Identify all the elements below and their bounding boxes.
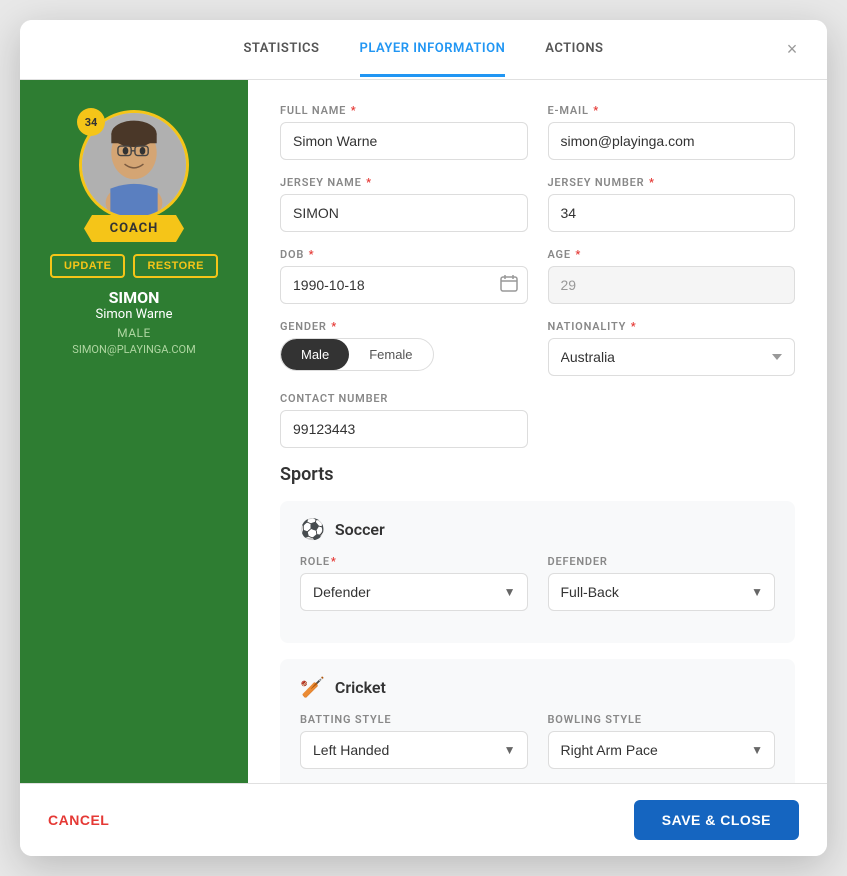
role-badge: COACH	[84, 215, 184, 242]
close-button[interactable]: ×	[777, 35, 807, 65]
label-soccer-role: ROLE*	[300, 555, 528, 568]
soccer-icon: ⚽	[300, 517, 325, 541]
row-name-email: FULL NAME * E-MAIL *	[280, 104, 795, 160]
main-content: 34	[20, 80, 827, 783]
calendar-icon[interactable]	[500, 274, 518, 296]
sidebar: 34	[20, 80, 248, 783]
row-gender-nationality: GENDER * Male Female NATIONALITY * Austr…	[280, 320, 795, 376]
input-fullname[interactable]	[280, 122, 528, 160]
select-soccer-role[interactable]: Defender Forward Midfielder Goalkeeper	[300, 573, 528, 611]
cricket-icon: 🏏	[300, 675, 325, 699]
update-button[interactable]: UPDATE	[50, 254, 125, 278]
label-gender: GENDER *	[280, 320, 528, 333]
group-fullname: FULL NAME *	[280, 104, 528, 160]
sidebar-gender: MALE	[117, 326, 151, 340]
group-nationality: NATIONALITY * Australia England India	[548, 320, 796, 376]
group-spacer	[548, 392, 796, 448]
action-buttons: UPDATE RESTORE	[50, 254, 218, 278]
label-soccer-sub: DEFENDER	[548, 555, 776, 568]
jersey-number-badge: 34	[77, 108, 105, 136]
gender-female[interactable]: Female	[349, 339, 432, 370]
sports-section: Sports ⚽ Soccer ROLE*	[280, 464, 795, 783]
gender-toggle: Male Female	[280, 338, 434, 371]
sport-header-soccer: ⚽ Soccer	[300, 517, 775, 541]
sport-header-cricket: 🏏 Cricket	[300, 675, 775, 699]
modal-footer: CANCEL SAVE & CLOSE	[20, 783, 827, 856]
dob-input-wrapper	[280, 266, 528, 304]
tab-statistics[interactable]: STATISTICS	[243, 23, 319, 77]
group-batting-style: BATTING STYLE Left Handed Right Handed ▼	[300, 713, 528, 769]
tab-player-information[interactable]: PLAYER INFORMATION	[360, 23, 506, 77]
restore-button[interactable]: RESTORE	[133, 254, 217, 278]
soccer-sub-wrapper: Full-Back Centre-Back Wing-Back ▼	[548, 573, 776, 611]
label-age: AGE *	[548, 248, 796, 261]
label-batting-style: BATTING STYLE	[300, 713, 528, 726]
label-dob: DOB *	[280, 248, 528, 261]
save-close-button[interactable]: SAVE & CLOSE	[634, 800, 799, 840]
tabs: STATISTICS PLAYER INFORMATION ACTIONS	[243, 23, 603, 77]
bowling-style-wrapper: Right Arm Pace Left Arm Pace Off Spin Le…	[548, 731, 776, 769]
group-bowling-style: BOWLING STYLE Right Arm Pace Left Arm Pa…	[548, 713, 776, 769]
select-bowling-style[interactable]: Right Arm Pace Left Arm Pace Off Spin Le…	[548, 731, 776, 769]
soccer-role-wrapper: Defender Forward Midfielder Goalkeeper ▼	[300, 573, 528, 611]
row-contact: CONTACT NUMBER	[280, 392, 795, 448]
sidebar-email: SIMON@PLAYINGA.COM	[72, 343, 195, 356]
tab-actions[interactable]: ACTIONS	[545, 23, 603, 77]
sport-card-soccer: ⚽ Soccer ROLE* Defender Forward	[280, 501, 795, 643]
group-jersey-number: JERSEY NUMBER *	[548, 176, 796, 232]
soccer-name: Soccer	[335, 520, 385, 539]
group-gender: GENDER * Male Female	[280, 320, 528, 376]
form-panel: FULL NAME * E-MAIL * JERSEY NAME *	[248, 80, 827, 783]
modal: STATISTICS PLAYER INFORMATION ACTIONS × …	[20, 20, 827, 856]
avatar-container: 34	[79, 110, 189, 220]
row-jersey: JERSEY NAME * JERSEY NUMBER *	[280, 176, 795, 232]
batting-style-wrapper: Left Handed Right Handed ▼	[300, 731, 528, 769]
sport-card-cricket: 🏏 Cricket BATTING STYLE Left Handed Righ…	[280, 659, 795, 783]
sidebar-username: SIMON	[109, 288, 160, 307]
input-email[interactable]	[548, 122, 796, 160]
input-age	[548, 266, 796, 304]
select-nationality[interactable]: Australia England India	[548, 338, 796, 376]
gender-male[interactable]: Male	[281, 339, 349, 370]
label-bowling-style: BOWLING STYLE	[548, 713, 776, 726]
group-soccer-role: ROLE* Defender Forward Midfielder Goalke…	[300, 555, 528, 611]
select-batting-style[interactable]: Left Handed Right Handed	[300, 731, 528, 769]
group-dob: DOB *	[280, 248, 528, 304]
row-dob-age: DOB *	[280, 248, 795, 304]
group-contact: CONTACT NUMBER	[280, 392, 528, 448]
input-jersey-name[interactable]	[280, 194, 528, 232]
label-jersey-name: JERSEY NAME *	[280, 176, 528, 189]
soccer-fields: ROLE* Defender Forward Midfielder Goalke…	[300, 555, 775, 611]
input-dob[interactable]	[280, 266, 528, 304]
sidebar-fullname: Simon Warne	[96, 307, 173, 322]
group-age: AGE *	[548, 248, 796, 304]
label-jersey-number: JERSEY NUMBER *	[548, 176, 796, 189]
label-fullname: FULL NAME *	[280, 104, 528, 117]
group-jersey-name: JERSEY NAME *	[280, 176, 528, 232]
label-contact: CONTACT NUMBER	[280, 392, 528, 405]
cricket-fields: BATTING STYLE Left Handed Right Handed ▼…	[300, 713, 775, 769]
sports-title: Sports	[280, 464, 795, 485]
select-soccer-sub[interactable]: Full-Back Centre-Back Wing-Back	[548, 573, 776, 611]
label-nationality: NATIONALITY *	[548, 320, 796, 333]
label-email: E-MAIL *	[548, 104, 796, 117]
input-contact[interactable]	[280, 410, 528, 448]
group-email: E-MAIL *	[548, 104, 796, 160]
input-jersey-number[interactable]	[548, 194, 796, 232]
tab-bar: STATISTICS PLAYER INFORMATION ACTIONS ×	[20, 20, 827, 80]
group-soccer-sub: DEFENDER Full-Back Centre-Back Wing-Back…	[548, 555, 776, 611]
cancel-button[interactable]: CANCEL	[48, 812, 109, 828]
cricket-name: Cricket	[335, 678, 386, 697]
coach-ribbon: COACH	[84, 215, 184, 242]
